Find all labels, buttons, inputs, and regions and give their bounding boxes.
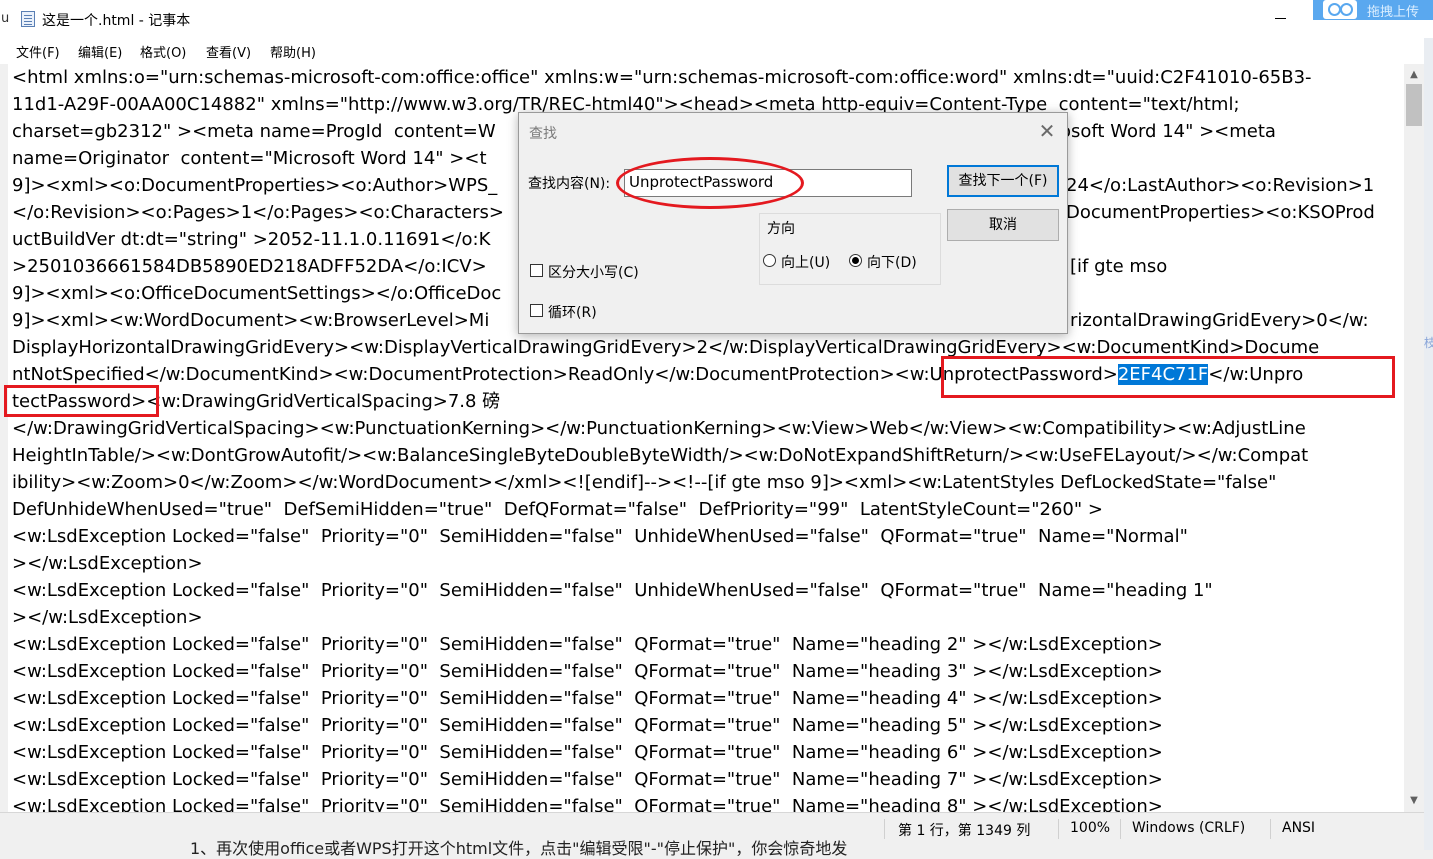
wrap-around-label[interactable]: 循环(R)	[548, 302, 597, 322]
match-case-label[interactable]: 区分大小写(C)	[548, 262, 639, 282]
editor-line: 9]><xml><w:WordDocument><w:BrowserLevel>…	[12, 310, 490, 331]
editor-line: <w:LsdException Locked="false" Priority=…	[12, 769, 1163, 790]
background-window-edge	[1424, 38, 1433, 850]
upload-badge[interactable]: 拖拽上传	[1313, 0, 1433, 20]
scroll-up-arrow-icon[interactable]: ▲	[1404, 66, 1424, 84]
editor-line: ibility><w:Zoom>0</w:Zoom></w:WordDocume…	[12, 472, 1277, 493]
wrap-around-checkbox[interactable]	[530, 304, 543, 317]
direction-down-radio[interactable]	[849, 254, 862, 267]
editor-line: <w:LsdException Locked="false" Priority=…	[12, 688, 1163, 709]
editor-line-fragment: 24</o:LastAuthor><o:Revision>1	[1066, 175, 1375, 196]
direction-title: 方向	[765, 218, 797, 238]
editor-line: <w:LsdException Locked="false" Priority=…	[12, 661, 1163, 682]
menu-format[interactable]: 格式(O)	[140, 42, 186, 61]
menu-file[interactable]: 文件(F)	[16, 42, 60, 61]
scroll-down-arrow-icon[interactable]: ▼	[1404, 792, 1424, 810]
background-document-text: 1、再次使用office或者WPS打开这个html文件，点击"编辑受限"-"停止…	[190, 839, 848, 858]
editor-line-fragment: osoft Word 14" ><meta	[1060, 121, 1276, 142]
editor-line: </o:Revision><o:Pages>1</o:Pages><o:Char…	[12, 202, 504, 223]
editor-line-fragment: DocumentProperties><o:KSOProd	[1066, 202, 1375, 223]
notepad-icon	[21, 11, 35, 27]
status-separator	[1058, 819, 1059, 839]
menu-edit[interactable]: 编辑(E)	[78, 42, 122, 61]
editor-line: </w:DrawingGridVerticalSpacing><w:Punctu…	[12, 418, 1306, 439]
editor-line: <w:LsdException Locked="false" Priority=…	[12, 580, 1213, 601]
status-position: 第 1 行，第 1349 列	[898, 823, 1031, 839]
cancel-button[interactable]: 取消	[947, 209, 1059, 241]
find-dialog: 查找 ✕ 查找内容(N): UnprotectPassword 查找下一个(F)…	[518, 112, 1068, 334]
window-title: 这是一个.html - 记事本	[42, 13, 191, 29]
editor-line: uctBuildVer dt:dt="string" >2052-11.1.0.…	[12, 229, 491, 250]
minimize-button[interactable]	[1262, 0, 1302, 36]
editor-line: ></w:LsdException>	[12, 553, 203, 574]
editor-line: charset=gb2312" ><meta name=ProgId conte…	[12, 121, 496, 142]
editor-line: 9]><xml><o:DocumentProperties><o:Author>…	[12, 175, 498, 196]
find-next-button[interactable]: 查找下一个(F)	[947, 165, 1059, 197]
editor-line: <html xmlns:o="urn:schemas-microsoft-com…	[12, 67, 1312, 88]
menu-help[interactable]: 帮助(H)	[270, 42, 316, 61]
find-label: 查找内容(N):	[528, 176, 611, 192]
editor-line: 9]><xml><o:OfficeDocumentSettings></o:Of…	[12, 283, 502, 304]
editor-line: <w:LsdException Locked="false" Priority=…	[12, 634, 1163, 655]
editor-line: HeightInTable/><w:DontGrowAutofit/><w:Ba…	[12, 445, 1309, 466]
editor-line: <w:LsdException Locked="false" Priority=…	[12, 526, 1188, 547]
dialog-title: 查找	[529, 126, 557, 142]
close-icon[interactable]: ✕	[1035, 119, 1059, 143]
editor-line: <w:LsdException Locked="false" Priority=…	[12, 796, 1163, 812]
editor-line-fragment: [if gte mso	[1070, 256, 1168, 277]
status-separator	[1120, 819, 1121, 839]
status-separator	[884, 819, 885, 839]
status-encoding: ANSI	[1282, 820, 1316, 836]
menu-view[interactable]: 查看(V)	[206, 42, 251, 61]
left-window-fragment: u	[1, 11, 10, 26]
editor-line: >2501036661584DB5890ED218ADFF52DA</o:ICV…	[12, 256, 487, 277]
annotation-box-password	[941, 356, 1395, 398]
editor-line: <w:LsdException Locked="false" Priority=…	[12, 715, 1163, 736]
cloud-icon	[1323, 0, 1357, 19]
scrollbar-thumb[interactable]	[1406, 84, 1422, 126]
direction-up-radio[interactable]	[763, 254, 776, 267]
menu-bar: 文件(F) 编辑(E) 格式(O) 查看(V) 帮助(H)	[0, 38, 1424, 64]
editor-line-fragment: rizontalDrawingGridEvery>0</w:	[1070, 310, 1369, 331]
annotation-box-closing-tag	[4, 385, 159, 417]
upload-badge-label: 拖拽上传	[1367, 5, 1420, 20]
match-case-checkbox[interactable]	[530, 264, 543, 277]
editor-line: ></w:LsdException>	[12, 607, 203, 628]
editor-line: DefUnhideWhenUsed="true" DefSemiHidden="…	[12, 499, 1103, 520]
editor-line: name=Originator content="Microsoft Word …	[12, 148, 487, 169]
direction-up-label[interactable]: 向上(U)	[781, 252, 830, 272]
status-line-ending: Windows (CRLF)	[1132, 820, 1246, 836]
status-zoom: 100%	[1070, 820, 1111, 836]
vertical-scrollbar[interactable]	[1404, 64, 1424, 812]
background-window-glyph: 枝	[1424, 336, 1433, 350]
annotation-ellipse-search	[616, 157, 804, 209]
title-bar: u 这是一个.html - 记事本	[0, 0, 1433, 38]
editor-line: <w:LsdException Locked="false" Priority=…	[12, 742, 1163, 763]
direction-down-label[interactable]: 向下(D)	[867, 252, 917, 272]
status-separator	[1270, 819, 1271, 839]
